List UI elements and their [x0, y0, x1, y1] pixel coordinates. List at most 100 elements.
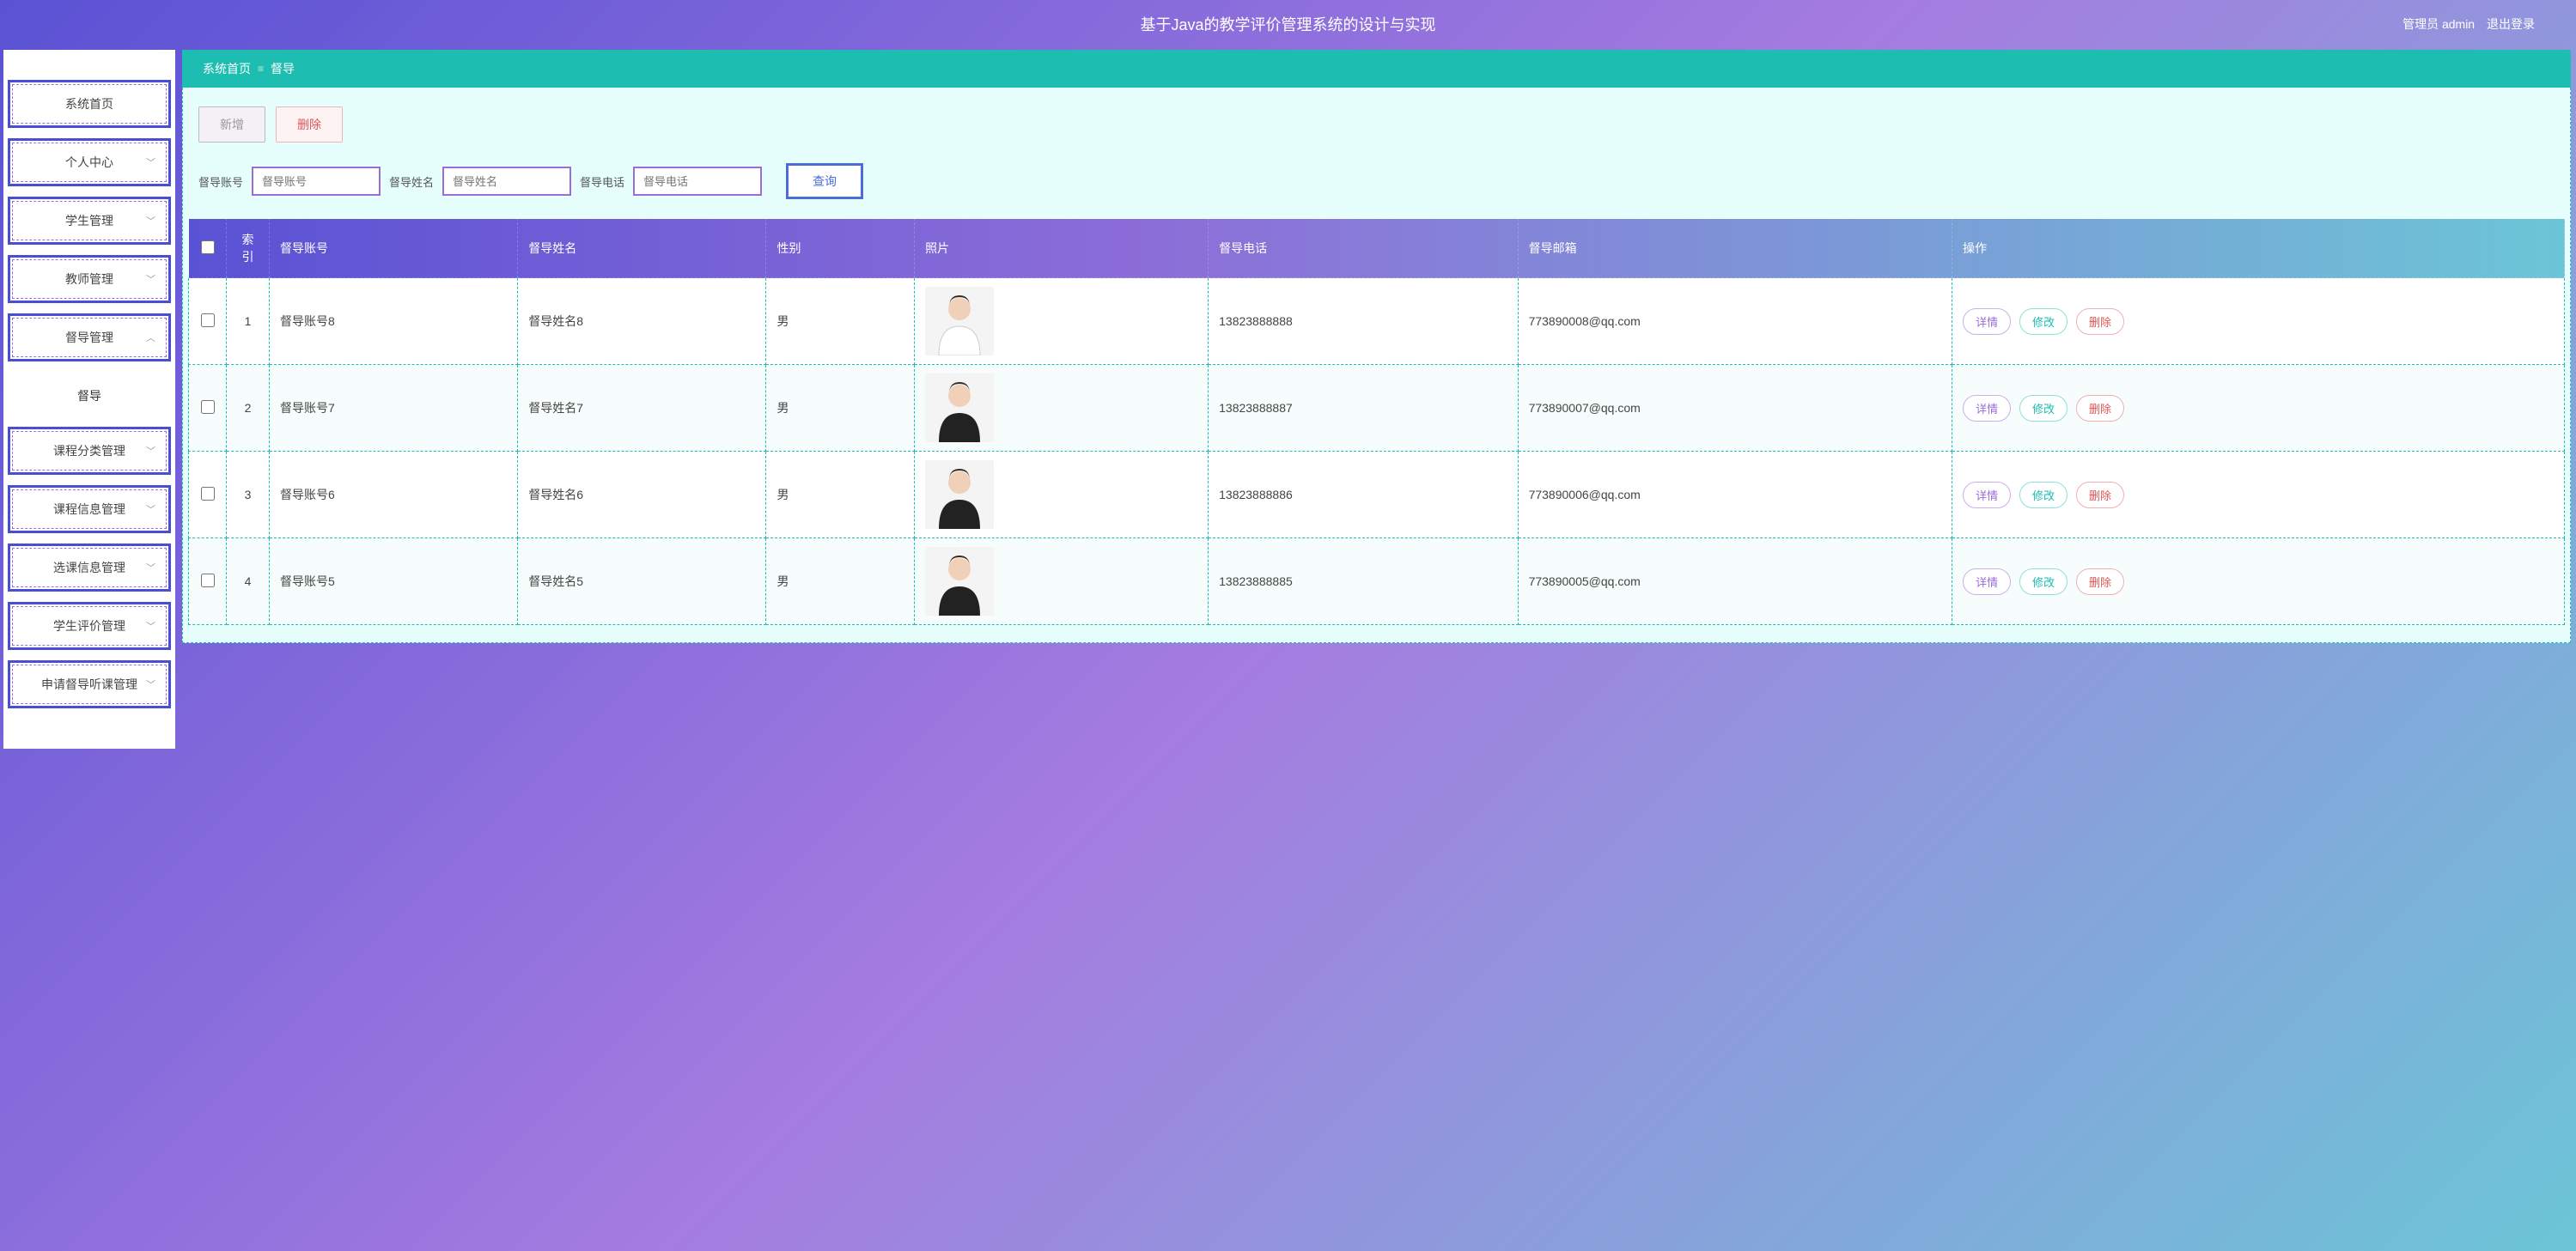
cell-phone: 13823888888	[1209, 278, 1518, 365]
table-row: 2 督导账号7 督导姓名7 男 13823888887 773890007@qq…	[189, 365, 2565, 452]
col-name: 督导姓名	[518, 219, 766, 278]
cell-name: 督导姓名6	[518, 452, 766, 538]
breadcrumb-current: 督导	[271, 60, 295, 77]
search-label-account: 督导账号	[198, 173, 243, 190]
user-role[interactable]: 管理员 admin	[2402, 17, 2475, 31]
row-checkbox[interactable]	[201, 574, 215, 587]
col-account: 督导账号	[270, 219, 518, 278]
nav-student[interactable]: 学生管理 ﹀	[12, 201, 167, 240]
cell-gender: 男	[766, 538, 915, 625]
edit-button[interactable]: 修改	[2019, 308, 2067, 335]
detail-button[interactable]: 详情	[1963, 482, 2011, 508]
nav-label: 系统首页	[65, 95, 113, 112]
cell-index: 1	[227, 278, 270, 365]
chevron-down-icon: ﹀	[146, 214, 155, 228]
nav-course-info[interactable]: 课程信息管理 ﹀	[12, 489, 167, 529]
cell-photo	[915, 365, 1209, 452]
nav-supervisor[interactable]: 督导管理 ︿	[12, 318, 167, 357]
nav-supervisor-sub[interactable]: 督导	[12, 376, 167, 416]
cell-phone: 13823888887	[1209, 365, 1518, 452]
data-table: 索引 督导账号 督导姓名 性别 照片 督导电话 督导邮箱 操作 1 督导账号8 …	[188, 218, 2565, 625]
nav-personal[interactable]: 个人中心 ﹀	[12, 143, 167, 182]
cell-ops: 详情 修改 删除	[1952, 365, 2565, 452]
nav-label: 教师管理	[65, 270, 113, 288]
avatar	[925, 547, 994, 616]
nav-label: 学生管理	[65, 212, 113, 229]
row-checkbox[interactable]	[201, 313, 215, 327]
col-index: 索引	[227, 219, 270, 278]
nav-label: 选课信息管理	[53, 559, 125, 576]
cell-gender: 男	[766, 278, 915, 365]
workspace: 新增 删除 督导账号 督导姓名 督导电话 查询 索引 督导账号 督导	[182, 88, 2571, 643]
edit-button[interactable]: 修改	[2019, 482, 2067, 508]
row-delete-button[interactable]: 删除	[2076, 395, 2124, 422]
cell-photo	[915, 278, 1209, 365]
delete-button[interactable]: 删除	[276, 106, 343, 143]
search-input-phone[interactable]	[633, 167, 762, 196]
nav-student-eval[interactable]: 学生评价管理 ﹀	[12, 606, 167, 646]
col-gender: 性别	[766, 219, 915, 278]
cell-email: 773890008@qq.com	[1518, 278, 1952, 365]
cell-email: 773890005@qq.com	[1518, 538, 1952, 625]
cell-index: 3	[227, 452, 270, 538]
sidebar: 系统首页 个人中心 ﹀ 学生管理 ﹀ 教师管理 ﹀ 督导管理 ︿ 督导 课程分类…	[3, 50, 175, 749]
row-delete-button[interactable]: 删除	[2076, 568, 2124, 595]
search-input-account[interactable]	[252, 167, 381, 196]
search-label-name: 督导姓名	[389, 173, 434, 190]
cell-name: 督导姓名8	[518, 278, 766, 365]
col-ops: 操作	[1952, 219, 2565, 278]
nav-teacher[interactable]: 教师管理 ﹀	[12, 259, 167, 299]
cell-index: 4	[227, 538, 270, 625]
select-all-checkbox[interactable]	[201, 240, 215, 254]
table-row: 3 督导账号6 督导姓名6 男 13823888886 773890006@qq…	[189, 452, 2565, 538]
nav-label: 申请督导听课管理	[41, 676, 137, 693]
search-label-phone: 督导电话	[580, 173, 624, 190]
chevron-down-icon: ﹀	[146, 155, 155, 169]
detail-button[interactable]: 详情	[1963, 568, 2011, 595]
row-checkbox[interactable]	[201, 400, 215, 414]
edit-button[interactable]: 修改	[2019, 395, 2067, 422]
cell-account: 督导账号6	[270, 452, 518, 538]
cell-ops: 详情 修改 删除	[1952, 452, 2565, 538]
nav-select-course[interactable]: 选课信息管理 ﹀	[12, 548, 167, 587]
detail-button[interactable]: 详情	[1963, 395, 2011, 422]
cell-email: 773890007@qq.com	[1518, 365, 1952, 452]
row-delete-button[interactable]: 删除	[2076, 308, 2124, 335]
logout-link[interactable]: 退出登录	[2487, 17, 2535, 31]
cell-phone: 13823888886	[1209, 452, 1518, 538]
nav-label: 督导	[77, 387, 101, 404]
chevron-down-icon: ﹀	[146, 619, 155, 633]
cell-gender: 男	[766, 365, 915, 452]
nav-label: 学生评价管理	[53, 617, 125, 635]
breadcrumb-home[interactable]: 系统首页	[203, 60, 251, 77]
chevron-up-icon: ︿	[146, 331, 155, 344]
cell-photo	[915, 452, 1209, 538]
edit-button[interactable]: 修改	[2019, 568, 2067, 595]
chevron-down-icon: ﹀	[146, 444, 155, 458]
col-email: 督导邮箱	[1518, 219, 1952, 278]
detail-button[interactable]: 详情	[1963, 308, 2011, 335]
cell-account: 督导账号5	[270, 538, 518, 625]
chevron-down-icon: ﹀	[146, 502, 155, 516]
breadcrumb: 系统首页 ≡ 督导	[182, 50, 2571, 88]
cell-ops: 详情 修改 删除	[1952, 538, 2565, 625]
nav-label: 督导管理	[65, 329, 113, 346]
row-delete-button[interactable]: 删除	[2076, 482, 2124, 508]
cell-account: 督导账号7	[270, 365, 518, 452]
search-input-name[interactable]	[442, 167, 571, 196]
top-header: 基于Java的教学评价管理系统的设计与实现 管理员 admin 退出登录	[7, 3, 2569, 45]
search-button[interactable]: 查询	[786, 163, 863, 199]
nav-apply-supervise[interactable]: 申请督导听课管理 ﹀	[12, 665, 167, 704]
breadcrumb-sep-icon: ≡	[258, 63, 264, 75]
add-button[interactable]: 新增	[198, 106, 265, 143]
nav-label: 个人中心	[65, 154, 113, 171]
nav-home[interactable]: 系统首页	[12, 84, 167, 124]
row-checkbox[interactable]	[201, 487, 215, 501]
col-photo: 照片	[915, 219, 1209, 278]
table-row: 1 督导账号8 督导姓名8 男 13823888888 773890008@qq…	[189, 278, 2565, 365]
cell-name: 督导姓名7	[518, 365, 766, 452]
chevron-down-icon: ﹀	[146, 677, 155, 691]
table-row: 4 督导账号5 督导姓名5 男 13823888885 773890005@qq…	[189, 538, 2565, 625]
nav-course-cat[interactable]: 课程分类管理 ﹀	[12, 431, 167, 471]
cell-gender: 男	[766, 452, 915, 538]
